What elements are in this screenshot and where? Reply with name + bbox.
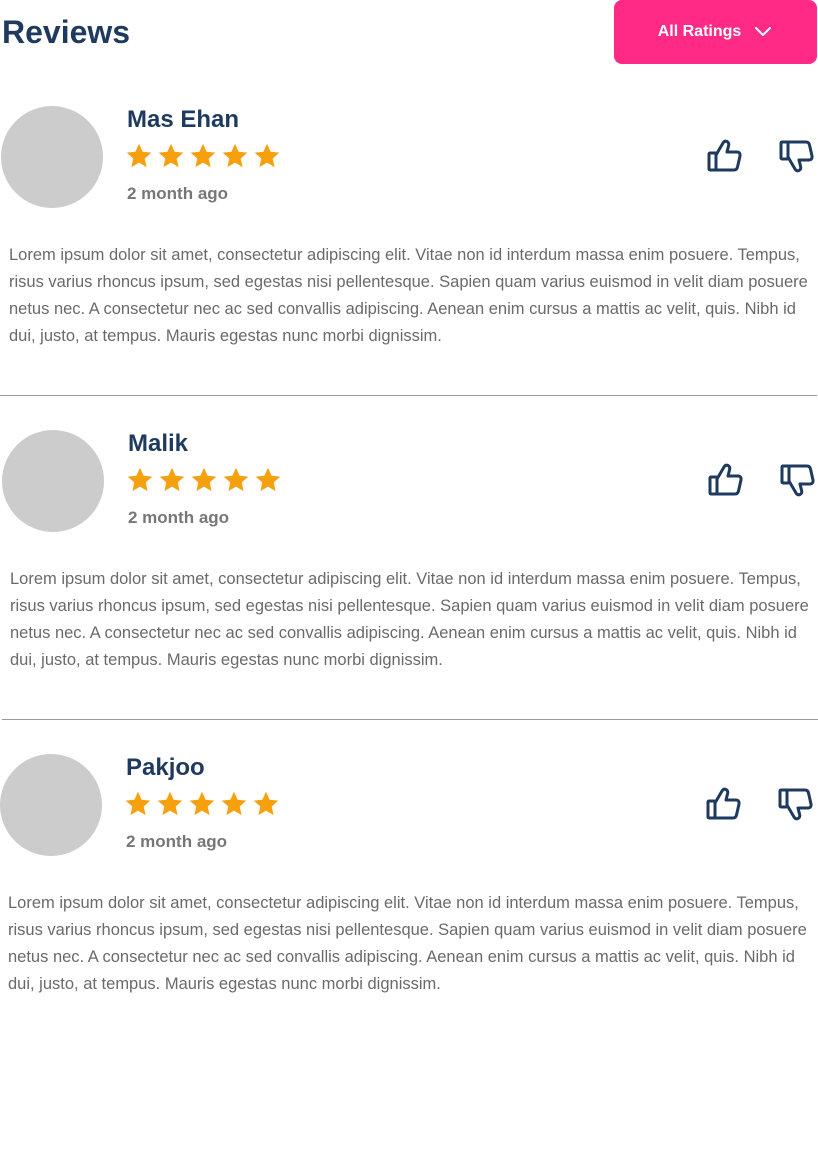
thumbs-down-icon: [780, 464, 815, 497]
review-time: 2 month ago: [128, 508, 230, 527]
thumbs-up-button[interactable]: [706, 460, 746, 500]
thumbs-up-icon: [706, 787, 741, 820]
star-icon: [253, 791, 279, 816]
avatar: [2, 430, 104, 532]
review-time: 2 month ago: [126, 832, 228, 851]
star-icon: [254, 143, 280, 168]
star-icon: [159, 467, 185, 492]
thumbs-down-button[interactable]: [777, 136, 817, 176]
page-title: Reviews: [2, 14, 131, 50]
star-icon: [158, 143, 184, 168]
reviewer-name: Malik: [128, 430, 189, 457]
chevron-down-icon: [755, 27, 772, 36]
thumbs-down-button[interactable]: [778, 460, 818, 500]
star-icon: [223, 467, 249, 492]
review-time: 2 month ago: [127, 184, 229, 203]
rating-filter-label: All Ratings: [657, 23, 742, 40]
divider: [2, 719, 818, 720]
rating-filter-dropdown[interactable]: All Ratings: [614, 0, 817, 64]
thumbs-down-button[interactable]: [776, 784, 816, 824]
star-icon: [157, 791, 183, 816]
avatar: [1, 106, 103, 208]
star-icon: [190, 143, 216, 168]
thumbs-down-icon: [779, 140, 814, 173]
star-icon: [221, 791, 247, 816]
star-icon: [125, 791, 151, 816]
avatar: [0, 754, 102, 856]
thumbs-up-button[interactable]: [705, 136, 745, 176]
star-icon: [191, 467, 217, 492]
thumbs-up-icon: [708, 463, 743, 496]
thumbs-up-icon: [707, 139, 742, 172]
star-rating: [124, 790, 280, 818]
reviews-header: Reviews All Ratings: [0, 0, 818, 64]
divider: [0, 395, 817, 396]
star-icon: [127, 467, 153, 492]
thumbs-down-icon: [778, 788, 813, 821]
reviewer-name: Pakjoo: [126, 754, 205, 781]
reviewer-name: Mas Ehan: [127, 106, 240, 133]
star-icon: [222, 143, 248, 168]
star-rating: [125, 142, 281, 170]
star-icon: [189, 791, 215, 816]
review-text: Lorem ipsum dolor sit amet, consectetur …: [10, 570, 809, 669]
star-icon: [126, 143, 152, 168]
review-text: Lorem ipsum dolor sit amet, consectetur …: [9, 246, 808, 345]
review-text: Lorem ipsum dolor sit amet, consectetur …: [8, 894, 807, 993]
thumbs-up-button[interactable]: [704, 784, 744, 824]
star-rating: [126, 466, 282, 494]
star-icon: [255, 467, 281, 492]
